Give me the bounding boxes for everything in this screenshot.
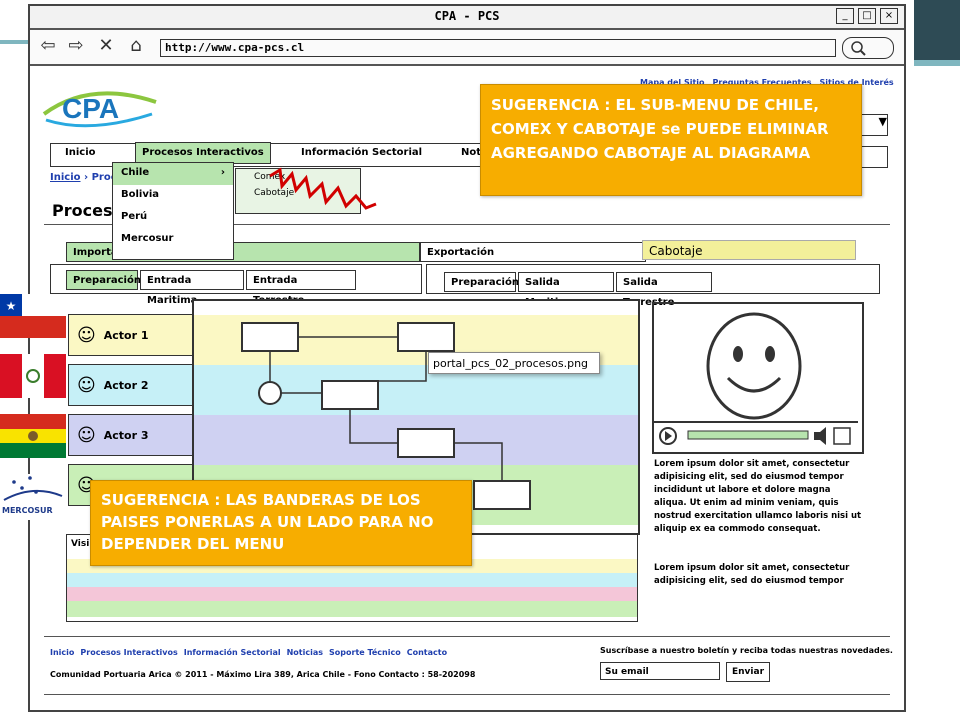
stop-icon[interactable]: ✕ (94, 36, 118, 56)
tab-salida-terrestre[interactable]: Salida Terrestre (616, 272, 712, 308)
smiley-icon: ☺ (77, 374, 96, 396)
actor-row[interactable]: ☺ Actor 2 (68, 364, 194, 406)
svg-text:CPA: CPA (62, 93, 119, 124)
close-button[interactable]: × (880, 8, 898, 24)
annotation-scribble (269, 167, 377, 210)
actor-row[interactable]: ☺ Actor 3 (68, 414, 194, 456)
footer-link[interactable]: Soporte Técnico (329, 648, 401, 657)
home-icon[interactable]: ⌂ (124, 36, 148, 56)
submenu-item-peru[interactable]: Perú (113, 207, 233, 229)
image-filename-tooltip: portal_pcs_02_procesos.png (428, 352, 600, 374)
newsletter-text: Suscríbase a nuestro boletín y reciba to… (600, 646, 893, 655)
actor-label: Actor 3 (103, 428, 149, 442)
bolivia-flag-icon[interactable] (0, 414, 66, 458)
breadcrumb-separator: › (83, 172, 92, 183)
smiley-icon: ☺ (77, 424, 96, 446)
suggestion-note-top: SUGERENCIA : EL SUB-MENU DE CHILE, COMEX… (480, 84, 862, 196)
tab-export-preparacion[interactable]: Preparación (444, 272, 519, 292)
menu-item-procesos[interactable]: Procesos Interactivos (135, 142, 271, 164)
footer-copyright: Comunidad Portuaria Arica © 2011 - Máxim… (50, 670, 476, 679)
tab-salida-maritima[interactable]: Salida Maritima (518, 272, 614, 308)
back-icon[interactable]: ⇦ (36, 36, 60, 56)
slide-decoration (914, 0, 960, 720)
chile-flag-icon[interactable]: ★ (0, 294, 66, 338)
mercosur-label: MERCOSUR (2, 506, 53, 515)
peru-flag-icon[interactable] (0, 354, 66, 398)
tab-import-preparacion[interactable]: Preparación (66, 270, 141, 290)
forward-icon[interactable]: ⇨ (64, 36, 88, 56)
footer-link[interactable]: Contacto (407, 648, 447, 657)
tab-entrada-maritima[interactable]: Entrada Maritima (140, 270, 244, 306)
svg-text:★: ★ (6, 299, 17, 313)
minimize-button[interactable]: _ (836, 8, 854, 24)
tab-exportacion[interactable]: Exportación (420, 242, 646, 262)
procesos-submenu: Chile › Bolivia Perú Mercosur (112, 162, 234, 260)
suggestion-note-bottom: SUGERENCIA : LAS BANDERAS DE LOS PAISES … (90, 480, 472, 566)
divider (44, 636, 890, 637)
breadcrumb-home[interactable]: Inicio (50, 172, 81, 183)
send-button[interactable]: Enviar (726, 662, 770, 682)
window-title: CPA - PCS (434, 9, 500, 23)
video-player[interactable] (652, 302, 864, 454)
nav-bar: ⇦ ⇨ ✕ ⌂ http://www.cpa-pcs.cl (30, 30, 904, 66)
maximize-button[interactable]: □ (858, 8, 876, 24)
footer-link[interactable]: Procesos Interactivos (80, 648, 177, 657)
actor-label: Actor 2 (103, 378, 149, 392)
footer-link[interactable]: Inicio (50, 648, 74, 657)
footer-links: Inicio Procesos Interactivos Información… (50, 648, 447, 657)
actor-label: Actor 1 (103, 328, 149, 342)
divider (44, 694, 890, 695)
lorem-paragraph: Lorem ipsum dolor sit amet, consectetur … (654, 563, 850, 586)
footer-link[interactable]: Noticias (287, 648, 323, 657)
submenu-item-mercosur[interactable]: Mercosur (113, 229, 233, 251)
submenu-item-bolivia[interactable]: Bolivia (113, 185, 233, 207)
actor-row[interactable]: ☺ Actor 1 (68, 314, 194, 356)
submenu-item-chile[interactable]: Chile › (113, 163, 233, 185)
menu-item-inicio[interactable]: Inicio (65, 147, 96, 158)
tab-entrada-terrestre[interactable]: Entrada Terrestre (246, 270, 356, 306)
face-illustration (654, 312, 858, 445)
menu-item-informacion[interactable]: Información Sectorial (301, 147, 422, 158)
cpa-logo[interactable]: CPA (40, 84, 160, 130)
footer-link[interactable]: Información Sectorial (184, 648, 281, 657)
search-icon[interactable] (842, 37, 894, 59)
title-bar: CPA - PCS _ □ × (30, 6, 904, 30)
email-field[interactable]: Su email (600, 662, 720, 680)
smiley-icon: ☺ (77, 324, 96, 346)
overview-label: Visi (71, 539, 90, 549)
slide-accent-line (0, 40, 28, 44)
url-bar[interactable]: http://www.cpa-pcs.cl (160, 39, 836, 57)
mercosur-flag-icon[interactable]: MERCOSUR (0, 474, 66, 520)
lorem-paragraph: Lorem ipsum dolor sit amet, consectetur … (654, 459, 862, 534)
tab-cabotaje[interactable]: Cabotaje (642, 240, 856, 260)
